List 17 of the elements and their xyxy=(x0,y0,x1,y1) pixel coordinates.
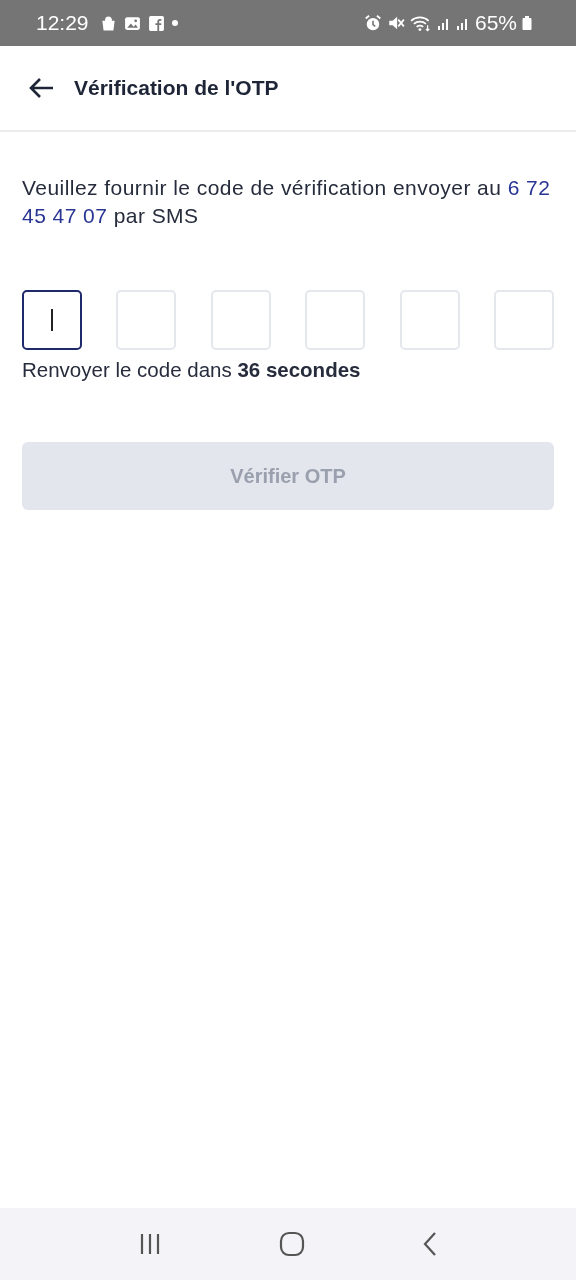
facebook-icon xyxy=(147,14,165,32)
otp-digit-field[interactable] xyxy=(22,290,82,350)
back-arrow-icon[interactable] xyxy=(28,77,54,99)
instruction-text: Veuillez fournir le code de vérification envoyer au 6 72 45 47 07 par SMS xyxy=(22,175,552,229)
battery-percent: 65% xyxy=(474,11,517,35)
shopping-bag-icon xyxy=(99,14,117,32)
page-title: Vérification de l'OTP xyxy=(74,76,279,100)
dot-icon xyxy=(171,20,178,26)
wifi-icon xyxy=(409,14,432,32)
image-icon xyxy=(123,14,141,32)
back-icon[interactable] xyxy=(421,1231,438,1257)
home-icon[interactable] xyxy=(279,1231,305,1257)
mute-icon xyxy=(386,14,405,32)
alarm-icon xyxy=(363,14,382,32)
status-time: 12:29 xyxy=(36,11,89,35)
battery-icon xyxy=(522,15,532,31)
resend-countdown-text: Renvoyer le code dans 36 secondes xyxy=(22,358,362,382)
